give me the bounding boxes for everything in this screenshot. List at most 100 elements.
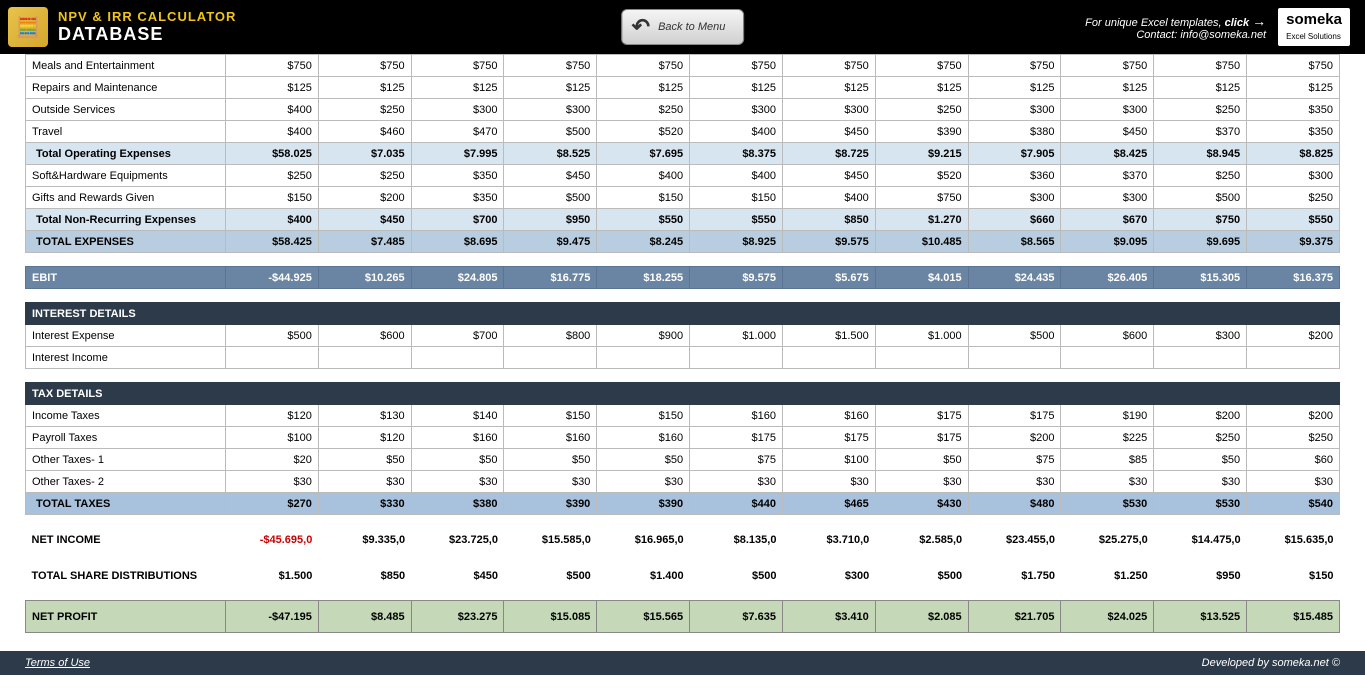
cell: $750 [318, 55, 411, 77]
cell: $20 [226, 449, 319, 471]
cell: $3.410 [782, 601, 875, 633]
cell [1061, 347, 1154, 369]
cell: $500 [226, 325, 319, 347]
cell: $450 [504, 165, 597, 187]
header-right-text: For unique Excel templates, click → Cont… [1085, 13, 1266, 41]
cell: $160 [504, 427, 597, 449]
arrow-right-icon: → [1252, 13, 1266, 29]
cell: $400 [597, 165, 690, 187]
cell: $300 [968, 187, 1061, 209]
back-to-menu-button[interactable]: ↶ Back to Menu [621, 9, 745, 45]
cell: $500 [504, 187, 597, 209]
cell: $30 [597, 471, 690, 493]
terms-link[interactable]: Terms of Use [25, 657, 90, 669]
cell: $550 [1247, 209, 1340, 231]
cell: $8.695 [411, 231, 504, 253]
section-head-inthead: INTEREST DETAILS [26, 303, 1340, 325]
cell: $225 [1061, 427, 1154, 449]
cell: $7.035 [318, 143, 411, 165]
row-label: Travel [26, 121, 226, 143]
cell: $24.025 [1061, 601, 1154, 633]
cell: $30 [1247, 471, 1340, 493]
cell: $350 [411, 165, 504, 187]
row-travel: Travel$400$460$470$500$520$400$450$390$3… [26, 121, 1340, 143]
cell: $300 [1061, 99, 1154, 121]
cell: $450 [318, 209, 411, 231]
cell: $750 [1247, 55, 1340, 77]
cell: $3.710,0 [782, 529, 875, 551]
cell: $380 [411, 493, 504, 515]
cell: $900 [597, 325, 690, 347]
cell: $380 [968, 121, 1061, 143]
cell: $600 [318, 325, 411, 347]
row-netinc: NET INCOME-$45.695,0$9.335,0$23.725,0$15… [26, 529, 1340, 551]
cell: $30 [875, 471, 968, 493]
cell: $30 [968, 471, 1061, 493]
cell: $750 [875, 187, 968, 209]
cell: $58.425 [226, 231, 319, 253]
cell: $125 [968, 77, 1061, 99]
cell: $500 [1154, 187, 1247, 209]
cell: $250 [875, 99, 968, 121]
cell [1247, 347, 1340, 369]
cell: $30 [318, 471, 411, 493]
cell: $1.250 [1061, 565, 1154, 587]
cell: $150 [1247, 565, 1340, 587]
cell: $85 [1061, 449, 1154, 471]
cell: $450 [411, 565, 504, 587]
row-meals: Meals and Entertainment$750$750$750$750$… [26, 55, 1340, 77]
cell: $750 [411, 55, 504, 77]
row-label: NET INCOME [26, 529, 226, 551]
cell: $24.435 [968, 267, 1061, 289]
header-right: For unique Excel templates, click → Cont… [1085, 8, 1350, 46]
someka-logo[interactable]: someka Excel Solutions [1278, 8, 1350, 46]
cell: $8.375 [690, 143, 783, 165]
cell: $100 [782, 449, 875, 471]
cell: $9.695 [1154, 231, 1247, 253]
cell: $400 [690, 165, 783, 187]
cell: $750 [597, 55, 690, 77]
cell: $700 [411, 325, 504, 347]
cell [226, 347, 319, 369]
cell: $120 [226, 405, 319, 427]
cell: $300 [1061, 187, 1154, 209]
cell: $13.525 [1154, 601, 1247, 633]
cell: $700 [411, 209, 504, 231]
cell: $9.215 [875, 143, 968, 165]
cell: $30 [690, 471, 783, 493]
row-label: NET PROFIT [26, 601, 226, 633]
row-label: EBIT [26, 267, 226, 289]
cell: $125 [226, 77, 319, 99]
cell: $8.245 [597, 231, 690, 253]
cell: $750 [226, 55, 319, 77]
cell: $390 [597, 493, 690, 515]
cell: $125 [504, 77, 597, 99]
cell: $500 [968, 325, 1061, 347]
cell: $200 [1247, 325, 1340, 347]
cell: $600 [1061, 325, 1154, 347]
cell: $15.305 [1154, 267, 1247, 289]
section-title: DATABASE [58, 24, 236, 45]
cell: $460 [318, 121, 411, 143]
cell: $480 [968, 493, 1061, 515]
cell: $75 [690, 449, 783, 471]
cell: $1.000 [690, 325, 783, 347]
cell: $300 [1154, 325, 1247, 347]
cell: $250 [597, 99, 690, 121]
cell: $300 [690, 99, 783, 121]
cell: $16.775 [504, 267, 597, 289]
cell: $500 [690, 565, 783, 587]
cell: $540 [1247, 493, 1340, 515]
row-label: Income Taxes [26, 405, 226, 427]
cell: $30 [504, 471, 597, 493]
cell: $150 [690, 187, 783, 209]
cell: $370 [1154, 121, 1247, 143]
cell: $175 [968, 405, 1061, 427]
cell: $50 [1154, 449, 1247, 471]
cell: $100 [226, 427, 319, 449]
cell: $175 [875, 405, 968, 427]
row-inctax: Income Taxes$120$130$140$150$150$160$160… [26, 405, 1340, 427]
cell: $24.805 [411, 267, 504, 289]
cell: $50 [318, 449, 411, 471]
cell: $850 [318, 565, 411, 587]
